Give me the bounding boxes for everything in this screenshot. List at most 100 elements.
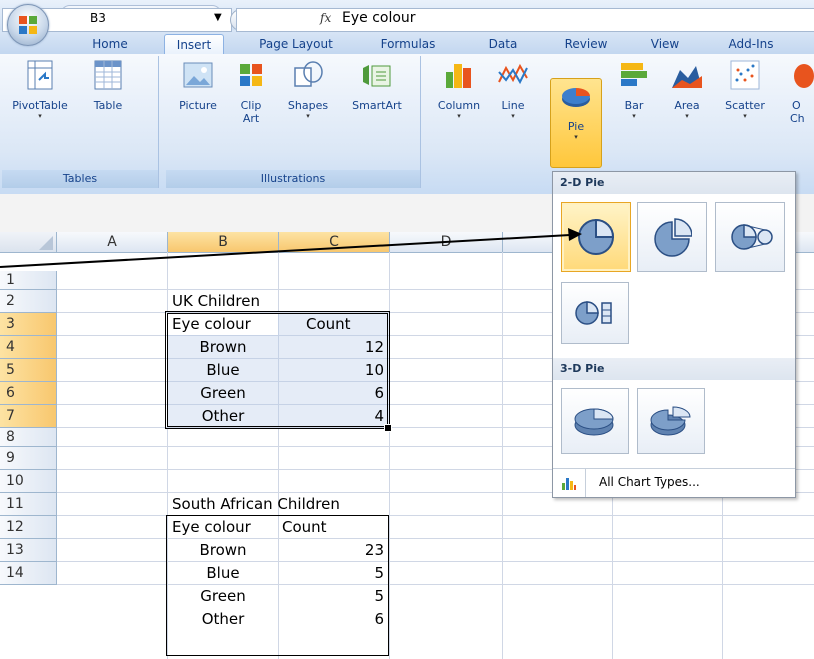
row-header-8[interactable]: 8 [0,428,57,447]
row-header-4[interactable]: 4 [0,336,57,359]
table2-header-eye: Eye colour [172,518,251,536]
row-header-3[interactable]: 3 [0,313,57,336]
bar-caret-icon: ▾ [632,112,636,120]
table2-row-value: 5 [374,564,384,582]
picture-icon [183,62,213,88]
bar-chart-button[interactable]: Bar ▾ [614,58,654,120]
pivottable-icon [27,60,53,90]
clip-art-icon [240,64,262,86]
table-button[interactable]: Table [80,58,136,112]
row-header-14[interactable]: 14 [0,562,57,585]
all-chart-types-label: All Chart Types... [599,475,700,489]
line-chart-icon [498,63,528,85]
tab-review[interactable]: Review [556,34,616,54]
all-chart-types-button[interactable]: All Chart Types... [553,468,795,497]
line-caret-icon: ▾ [511,112,515,120]
table1-row-label: Green [200,384,246,402]
select-all-icon [39,236,53,250]
pivottable-caret-icon: ▾ [38,112,42,120]
pie-2d-icon [578,218,615,255]
pivottable-button[interactable]: PivotTable ▾ [4,58,76,120]
section-2d-pie: 2-D Pie [553,172,795,194]
pie-option-exploded-3d-pie[interactable] [637,388,705,454]
column-header-c[interactable]: C [279,232,390,253]
picture-button[interactable]: Picture [172,58,224,112]
row-header-10[interactable]: 10 [0,470,57,493]
row-header-1[interactable]: 1 [0,271,57,290]
office-button[interactable] [7,4,49,46]
table2-row-label: Other [201,610,245,628]
pie-option-pie-of-pie[interactable] [715,202,785,272]
group-illustrations: Picture Clip Art Shapes ▾ SmartArt Illustr… [166,56,421,188]
all-chart-types-icon [562,478,576,490]
fill-handle[interactable] [384,424,392,432]
pie-chart-menu: 2-D Pie 3-D Pie All Chart Types... [552,171,796,498]
shapes-button[interactable]: Shapes ▾ [276,58,340,120]
column-header-a[interactable]: A [57,232,168,253]
area-chart-button[interactable]: Area ▾ [662,58,712,120]
row-header-11[interactable]: 11 [0,493,57,516]
tab-add-ins[interactable]: Add-Ins [718,34,784,54]
scatter-chart-button[interactable]: Scatter ▾ [718,58,772,120]
smartart-icon [363,65,391,87]
office-logo-icon [19,16,37,34]
pie-chart-button[interactable]: Pie ▾ [550,78,602,168]
table1-title: UK Children [172,292,260,310]
scatter-caret-icon: ▾ [743,112,747,120]
name-box-value: B3 [90,11,106,25]
column-chart-button[interactable]: Column ▾ [432,58,486,120]
tab-insert[interactable]: Insert [164,34,224,55]
tab-page-layout[interactable]: Page Layout [250,34,342,54]
table1-row-label: Brown [199,338,247,356]
column-header-d[interactable]: D [390,232,503,253]
pie-of-pie-icon [731,224,773,250]
pie-option-3d-pie[interactable] [561,388,629,454]
insert-function-icon[interactable]: fx [320,11,331,25]
row-header-12[interactable]: 12 [0,516,57,539]
column-header-b[interactable]: B [168,232,279,253]
column-caret-icon: ▾ [457,112,461,120]
pie-option-2d-pie[interactable] [561,202,631,272]
table2-row-value: 5 [374,587,384,605]
pie-caret-icon: ▾ [574,133,578,141]
ribbon-tab-row: Home Insert Page Layout Formulas Data Re… [0,30,814,55]
select-all-corner[interactable] [0,232,57,253]
shapes-caret-icon: ▾ [306,112,310,120]
table1-header-count: Count [306,315,351,333]
pie-3d-icon [574,408,614,436]
name-box-dropdown-icon[interactable]: ▼ [214,12,222,23]
table1-row-value: 6 [374,384,384,402]
table1-row-value: 12 [364,338,384,356]
line-chart-button[interactable]: Line ▾ [490,58,536,120]
row-header-9[interactable]: 9 [0,447,57,470]
section-3d-pie: 3-D Pie [553,358,795,380]
exploded-3d-pie-icon [650,406,691,436]
table2-title: South African Children [172,495,340,513]
gridline [502,252,503,659]
tab-data[interactable]: Data [480,34,526,54]
group-charts: Column ▾ Line ▾ Pie ▾ Bar ▾ Area ▾ Scatter ▾ O… [428,56,814,188]
tab-formulas[interactable]: Formulas [372,34,444,54]
tab-home[interactable]: Home [82,34,138,54]
area-caret-icon: ▾ [685,112,689,120]
clip-art-button[interactable]: Clip Art [230,58,272,125]
shapes-icon [294,61,323,87]
group-label-tables: Tables [2,170,158,188]
table2-row-label: Blue [206,564,240,582]
pie-option-bar-of-pie[interactable] [561,282,629,344]
tab-view[interactable]: View [642,34,688,54]
table1-row-value: 10 [364,361,384,379]
pie-chart-icon [562,88,590,107]
table-icon [94,60,122,90]
row-header-6[interactable]: 6 [0,382,57,405]
pie-option-exploded-pie[interactable] [637,202,707,272]
row-header-13[interactable]: 13 [0,539,57,562]
smartart-button[interactable]: SmartArt [342,58,412,112]
other-charts-button[interactable]: O Ch [782,58,814,125]
row-header-2[interactable]: 2 [0,290,57,313]
table2-row-label: Green [200,587,246,605]
row-header-5[interactable]: 5 [0,359,57,382]
table1-header-eye: Eye colour [172,315,251,333]
table1-row-label: Other [201,407,245,425]
row-header-7[interactable]: 7 [0,405,57,428]
